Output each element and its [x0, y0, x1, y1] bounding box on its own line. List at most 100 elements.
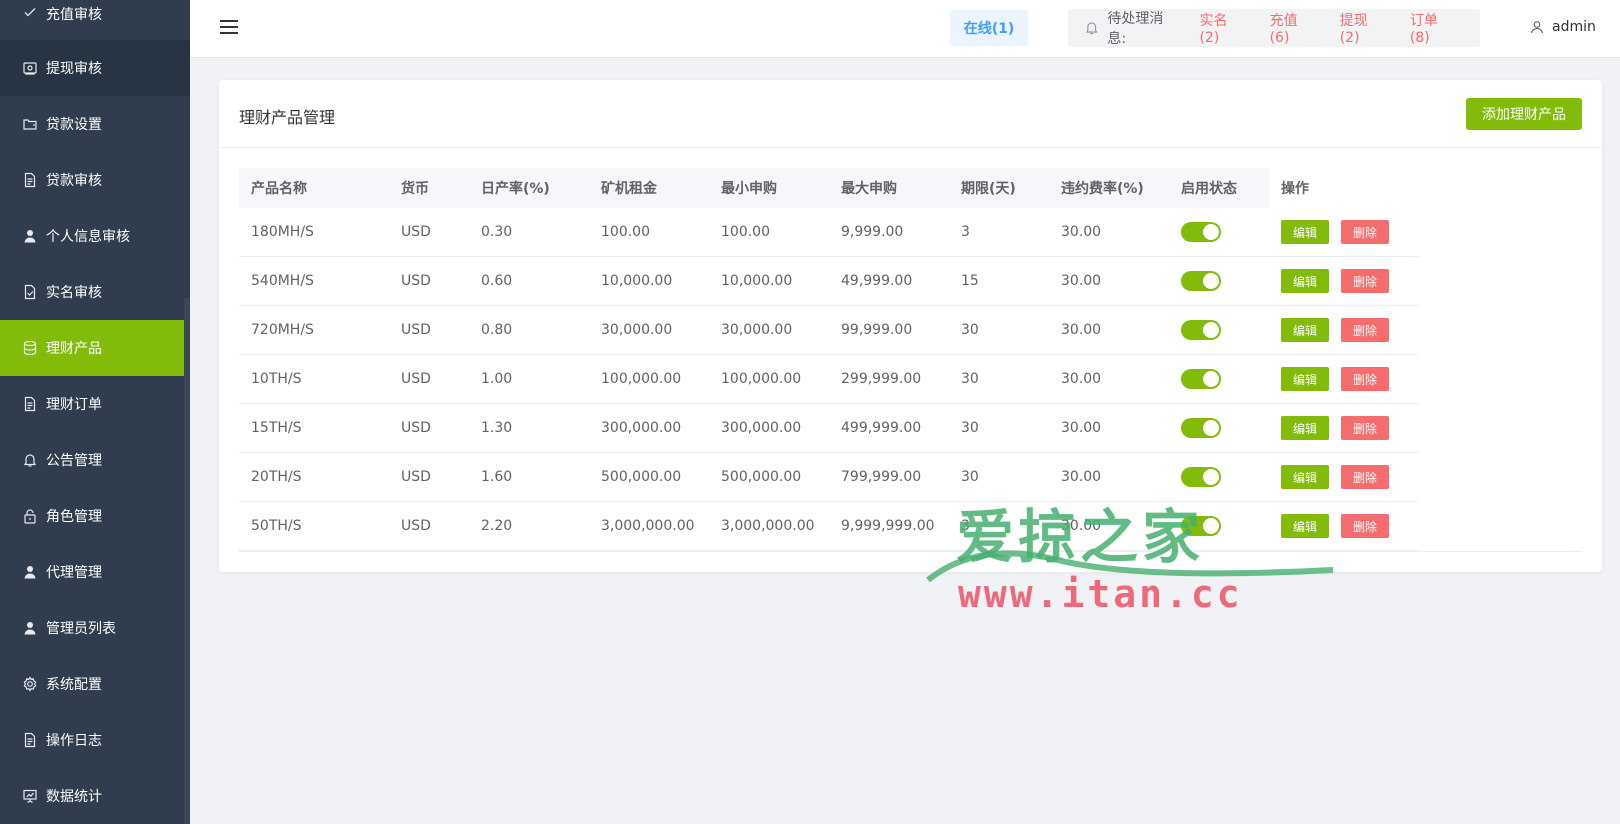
check-icon — [22, 4, 38, 20]
cell-penalty: 30.00 — [1061, 224, 1102, 240]
cell-daily-rate: 0.30 — [481, 224, 513, 240]
add-product-button[interactable]: 添加理财产品 — [1466, 98, 1582, 130]
toggle-knob — [1203, 322, 1219, 338]
delete-button[interactable]: 删除 — [1341, 269, 1389, 293]
sidebar-item-label: 充值审核 — [46, 7, 102, 23]
delete-button[interactable]: 删除 — [1341, 514, 1389, 538]
sidebar-item-admin-list[interactable]: 管理员列表 — [0, 600, 190, 656]
sidebar-scrollbar[interactable] — [184, 298, 190, 824]
edit-button[interactable]: 编辑 — [1281, 465, 1329, 489]
cell-currency: USD — [401, 322, 431, 338]
delete-button[interactable]: 删除 — [1341, 416, 1389, 440]
sidebar-item-finance-orders[interactable]: 理财订单 — [0, 376, 190, 432]
cell-min: 3,000,000.00 — [721, 518, 815, 534]
menu-toggle-icon[interactable] — [220, 20, 238, 36]
cell-name: 180MH/S — [251, 224, 314, 240]
delete-button[interactable]: 删除 — [1341, 367, 1389, 391]
status-toggle[interactable] — [1181, 320, 1221, 340]
sidebar-item-loan-settings[interactable]: 贷款设置 — [0, 96, 190, 152]
status-toggle[interactable] — [1181, 418, 1221, 438]
cell-actions: 编辑 删除 — [1269, 220, 1419, 244]
database-icon — [22, 340, 38, 356]
sidebar-item-withdraw-review[interactable]: 提现审核 — [0, 40, 190, 96]
cell-penalty: 30.00 — [1061, 322, 1102, 338]
status-toggle[interactable] — [1181, 516, 1221, 536]
table-row: 10TH/S USD 1.00 100,000.00 100,000.00 299,999… — [239, 355, 1419, 404]
cell-currency: USD — [401, 371, 431, 387]
cell-daily-rate: 1.30 — [481, 420, 513, 436]
cell-rent: 10,000.00 — [601, 273, 673, 289]
column-header: 期限(天) — [949, 167, 1049, 208]
cell-status — [1169, 418, 1269, 438]
status-toggle[interactable] — [1181, 467, 1221, 487]
sidebar-item-loan-review[interactable]: 贷款审核 — [0, 152, 190, 208]
column-header: 货币 — [389, 167, 469, 208]
cell-days: 30 — [961, 322, 979, 338]
cell-max: 299,999.00 — [841, 371, 922, 387]
sidebar-item-finance-products[interactable]: 理财产品 — [0, 320, 190, 376]
user-icon — [22, 228, 38, 244]
sidebar-item-recharge-review[interactable]: 充值审核 — [0, 0, 190, 40]
user-menu[interactable]: admin — [1530, 19, 1596, 35]
sidebar-item-announcements[interactable]: 公告管理 — [0, 432, 190, 488]
cell-max: 799,999.00 — [841, 469, 922, 485]
column-header: 日产率(%) — [469, 167, 589, 208]
sidebar-item-roles[interactable]: 角色管理 — [0, 488, 190, 544]
pending-link-orders[interactable]: 订单(8) — [1410, 10, 1456, 46]
pending-link-realname[interactable]: 实名(2) — [1199, 10, 1245, 46]
cell-min: 500,000.00 — [721, 469, 802, 485]
table-row: 50TH/S USD 2.20 3,000,000.00 3,000,000.00 9,9… — [239, 502, 1419, 551]
cell-min: 100.00 — [721, 224, 770, 240]
bell-icon — [1084, 20, 1099, 36]
delete-button[interactable]: 删除 — [1341, 465, 1389, 489]
cell-name: 10TH/S — [251, 371, 302, 387]
sidebar-item-operation-log[interactable]: 操作日志 — [0, 712, 190, 768]
cell-penalty: 30.00 — [1061, 469, 1102, 485]
sidebar-item-label: 理财订单 — [46, 397, 102, 413]
sidebar-item-label: 系统配置 — [46, 677, 102, 693]
edit-button[interactable]: 编辑 — [1281, 367, 1329, 391]
edit-button[interactable]: 编辑 — [1281, 318, 1329, 342]
sidebar-item-label: 代理管理 — [46, 565, 102, 581]
cell-name: 720MH/S — [251, 322, 314, 338]
column-header: 最小申购 — [709, 167, 829, 208]
edit-button[interactable]: 编辑 — [1281, 514, 1329, 538]
column-header: 最大申购 — [829, 167, 949, 208]
table-row: 720MH/S USD 0.80 30,000.00 30,000.00 99,999.0… — [239, 306, 1419, 355]
sidebar-item-realname-review[interactable]: 实名审核 — [0, 264, 190, 320]
cell-rent: 100,000.00 — [601, 371, 682, 387]
delete-button[interactable]: 删除 — [1341, 220, 1389, 244]
card-header: 理财产品管理 添加理财产品 — [219, 80, 1602, 148]
document-icon — [22, 732, 38, 748]
pending-link-withdraw[interactable]: 提现(2) — [1340, 10, 1386, 46]
product-card: 理财产品管理 添加理财产品 产品名称 货币 日产率(%) 矿机租金 最小申购 最大申购 期限… — [219, 80, 1602, 572]
edit-button[interactable]: 编辑 — [1281, 269, 1329, 293]
cell-penalty: 30.00 — [1061, 371, 1102, 387]
table-row: 180MH/S USD 0.30 100.00 100.00 9,999.00 3 30.00… — [239, 208, 1419, 257]
delete-button[interactable]: 删除 — [1341, 318, 1389, 342]
status-toggle[interactable] — [1181, 222, 1221, 242]
cell-daily-rate: 0.80 — [481, 322, 513, 338]
sidebar-item-label: 贷款审核 — [46, 173, 102, 189]
status-toggle[interactable] — [1181, 271, 1221, 291]
sidebar-item-statistics[interactable]: 数据统计 — [0, 768, 190, 824]
cell-rent: 300,000.00 — [601, 420, 682, 436]
table-body: 180MH/S USD 0.30 100.00 100.00 9,999.00 3 30.00… — [239, 208, 1582, 551]
toggle-knob — [1203, 518, 1219, 534]
cell-days: 3 — [961, 224, 970, 240]
cell-days: 30 — [961, 420, 979, 436]
cell-actions: 编辑 删除 — [1269, 367, 1419, 391]
sidebar-item-personal-info-review[interactable]: 个人信息审核 — [0, 208, 190, 264]
cell-rent: 30,000.00 — [601, 322, 673, 338]
cell-status — [1169, 369, 1269, 389]
pending-label: 待处理消息: — [1107, 11, 1164, 47]
cell-status — [1169, 271, 1269, 291]
sidebar-item-agents[interactable]: 代理管理 — [0, 544, 190, 600]
pending-messages: 待处理消息: 实名(2) 充值(6) 提现(2) 订单(8) — [1068, 9, 1480, 47]
sidebar-item-system-config[interactable]: 系统配置 — [0, 656, 190, 712]
online-badge[interactable]: 在线(1) — [950, 10, 1028, 46]
edit-button[interactable]: 编辑 — [1281, 416, 1329, 440]
edit-button[interactable]: 编辑 — [1281, 220, 1329, 244]
status-toggle[interactable] — [1181, 369, 1221, 389]
pending-link-recharge[interactable]: 充值(6) — [1270, 10, 1316, 46]
